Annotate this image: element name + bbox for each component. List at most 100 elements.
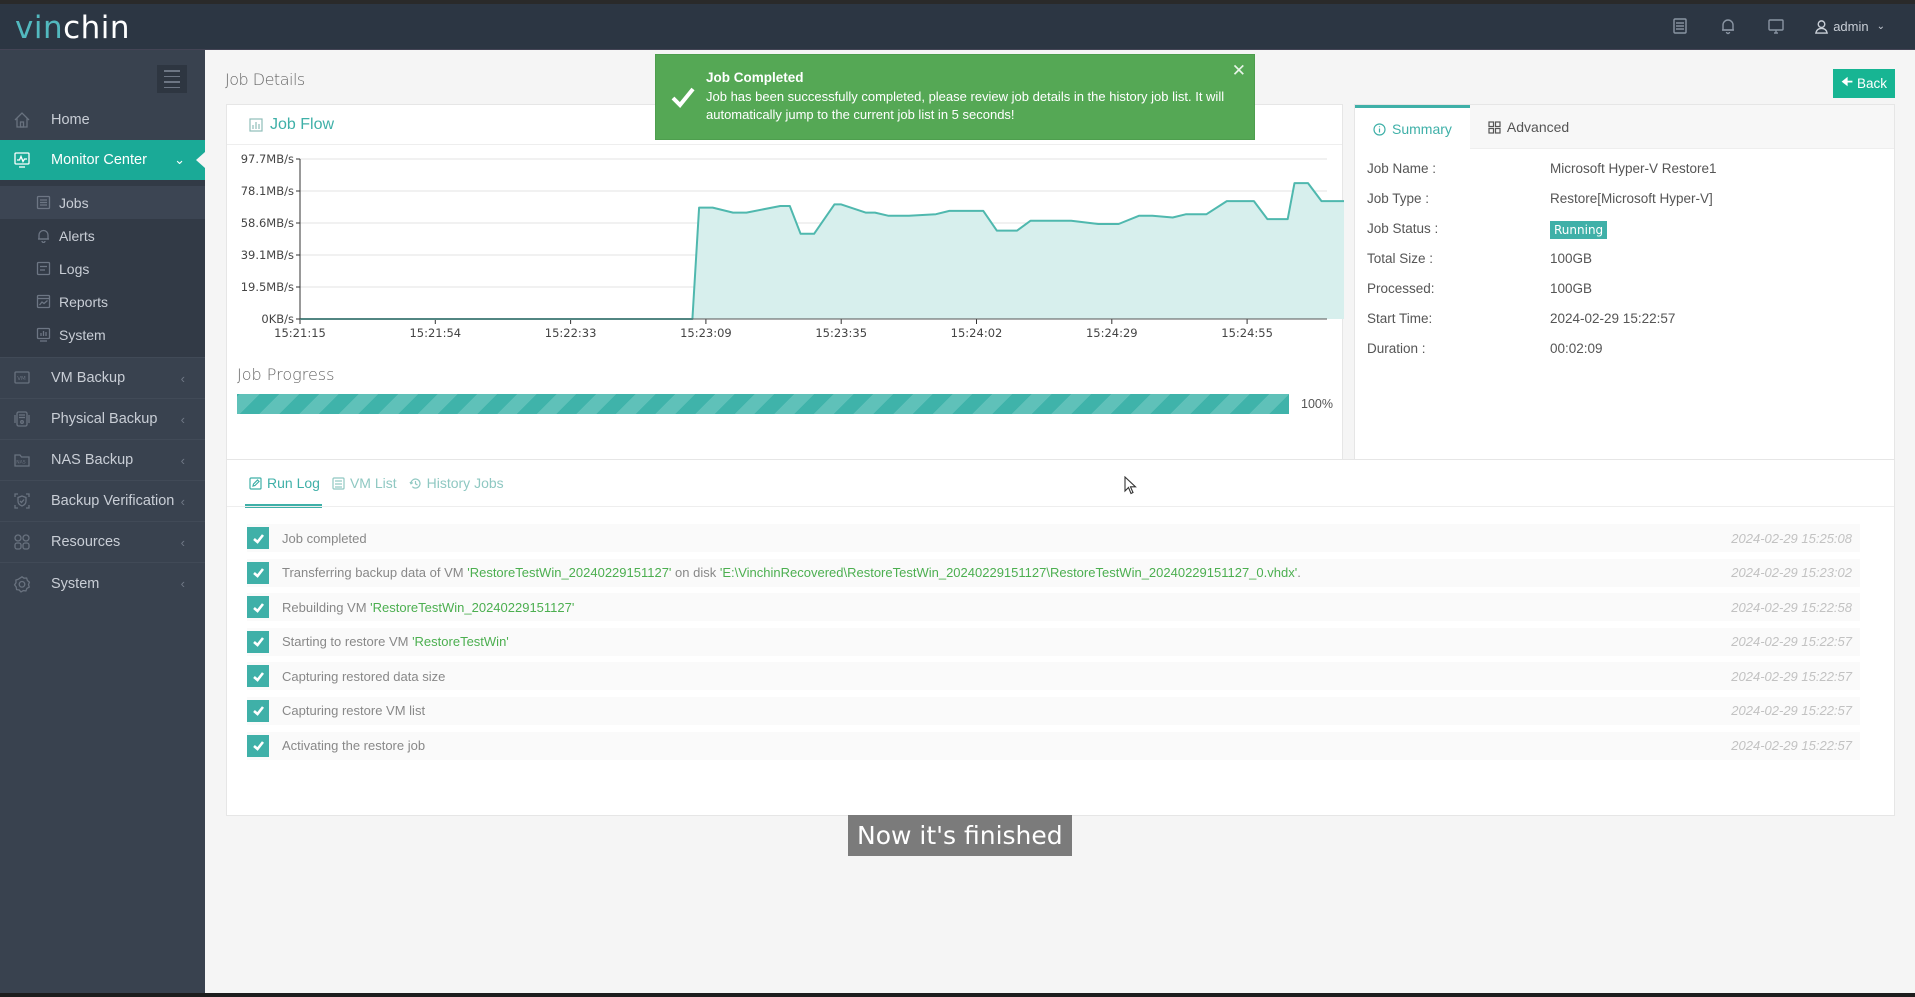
monitor-center-icon <box>12 150 32 170</box>
username: admin <box>1833 18 1869 34</box>
user-menu[interactable]: admin ⌄ <box>1814 19 1885 34</box>
checkbox-checked-icon <box>247 630 269 653</box>
log-timestamp: 2024-02-29 15:22:57 <box>1731 634 1852 650</box>
job-flow-panel: Job Flow 0KB/s 19.5MB/s 39.1MB/s 58.6MB/s 78… <box>226 104 1344 492</box>
log-highlight: 'RestoreTestWin' <box>412 634 509 650</box>
job-progress-fill <box>237 394 1289 414</box>
log-entry: Capturing restored data size 2024-02-29 1… <box>247 662 1860 691</box>
monitor-center-submenu: Jobs Alerts Logs Reports System <box>0 180 205 358</box>
arrow-left-icon: 🠈 <box>1840 73 1854 89</box>
x-tick-label: 15:24:29 <box>1086 326 1138 340</box>
checkbox-checked-icon <box>247 734 269 757</box>
summary-panel: Summary Advanced Job Name : Microsoft Hyp… <box>1354 104 1895 490</box>
field-processed: Processed: 100GB <box>1367 281 1593 296</box>
log-entry: Starting to restore VM 'RestoreTestWin' 2… <box>247 627 1860 656</box>
log-message: Activating the restore job <box>282 738 426 754</box>
sidebar-item-system-monitor[interactable]: System <box>0 318 205 351</box>
log-entry: Job completed 2024-02-29 15:25:08 <box>247 524 1860 552</box>
sidebar-item-backup-verification[interactable]: Backup Verification ‹ <box>0 481 205 522</box>
history-icon <box>409 477 421 489</box>
log-timestamp: 2024-02-29 15:23:02 <box>1731 565 1852 581</box>
x-tick-label: 15:24:02 <box>951 326 1003 340</box>
checkbox-checked-icon <box>247 561 269 584</box>
info-icon <box>1373 122 1386 136</box>
chevron-left-icon: ‹ <box>180 576 185 591</box>
status-badge: Running <box>1550 221 1608 239</box>
shield-check-icon <box>12 491 32 511</box>
sidebar-item-resources[interactable]: Resources ‹ <box>0 522 205 563</box>
user-icon <box>1815 19 1829 34</box>
svg-text:VM: VM <box>17 376 26 382</box>
nas-icon: NAS <box>12 450 32 470</box>
back-button[interactable]: 🠈 Back <box>1833 69 1895 98</box>
job-progress-bar <box>237 394 1289 414</box>
toast-title: Job Completed <box>706 70 804 85</box>
log-timestamp: 2024-02-29 15:25:08 <box>1731 530 1852 546</box>
checkbox-checked-icon <box>247 527 269 549</box>
log-entry: Capturing restore VM list 2024-02-29 15:2… <box>247 696 1860 725</box>
x-tick-label: 15:22:33 <box>545 326 597 340</box>
system-monitor-icon <box>36 326 53 343</box>
chevron-left-icon: ‹ <box>180 411 185 427</box>
x-tick-label: 15:24:55 <box>1221 326 1273 340</box>
chevron-left-icon: ‹ <box>180 452 185 468</box>
field-start-time: Start Time: 2024-02-29 15:22:57 <box>1367 311 1676 326</box>
job-flow-chart: 0KB/s 19.5MB/s 39.1MB/s 58.6MB/s 78.1MB/s 97.… <box>241 152 1344 340</box>
y-tick-label: 78.1MB/s <box>241 184 294 198</box>
sidebar-item-jobs[interactable]: Jobs <box>0 186 205 219</box>
log-timestamp: 2024-02-29 15:22:57 <box>1731 668 1852 684</box>
grid-icon <box>1488 120 1501 134</box>
vm-list-icon <box>332 476 345 490</box>
checkbox-checked-icon <box>247 699 269 722</box>
monitor-icon[interactable] <box>1766 16 1786 36</box>
sidebar-item-monitor-center[interactable]: Monitor Center ⌄ <box>0 140 205 180</box>
chevron-left-icon: ‹ <box>180 493 185 509</box>
bell-icon <box>36 227 53 244</box>
sidebar-toggle-button[interactable] <box>157 65 187 93</box>
chevron-down-icon: ⌄ <box>174 152 185 167</box>
close-icon[interactable]: ✕ <box>1232 61 1246 81</box>
log-timestamp: 2024-02-29 15:22:58 <box>1731 599 1852 615</box>
physical-server-icon <box>12 409 32 429</box>
window-bottom-strip <box>0 993 1915 997</box>
x-tick-label: 15:23:09 <box>680 326 732 340</box>
task-list-icon[interactable] <box>1670 16 1690 36</box>
sidebar-item-physical-backup[interactable]: Physical Backup ‹ <box>0 399 205 440</box>
tab-run-log[interactable]: Run Log <box>245 460 322 508</box>
checkbox-checked-icon <box>247 665 269 688</box>
sidebar-item-home[interactable]: Home <box>0 100 205 140</box>
tab-advanced[interactable]: Advanced <box>1470 105 1587 149</box>
home-icon <box>12 110 32 130</box>
sidebar-item-alerts[interactable]: Alerts <box>0 219 205 252</box>
sidebar-item-logs[interactable]: Logs <box>0 252 205 285</box>
sidebar-item-nas-backup[interactable]: NAS NAS Backup ‹ <box>0 440 205 481</box>
svg-text:NAS: NAS <box>16 460 25 466</box>
log-highlight: 'RestoreTestWin_20240229151127' <box>467 565 672 581</box>
sidebar: Home Monitor Center ⌄ Jobs Alerts Logs R… <box>0 50 205 993</box>
field-total-size: Total Size :100GB <box>1367 251 1593 266</box>
page-title: Job Details <box>225 70 305 89</box>
sidebar-item-vm-backup[interactable]: VM VM Backup ‹ <box>0 358 205 399</box>
y-tick-label: 58.6MB/s <box>241 216 294 230</box>
sidebar-item-reports[interactable]: Reports <box>0 285 205 318</box>
tab-vm-list[interactable]: VM List <box>332 460 397 506</box>
y-tick-label: 0KB/s <box>261 312 294 326</box>
tab-history-jobs[interactable]: History Jobs <box>409 460 504 506</box>
run-log-list: Job completed 2024-02-29 15:25:08 Transfer… <box>247 524 1860 766</box>
tab-summary[interactable]: Summary <box>1355 105 1470 150</box>
series-area <box>300 183 1344 319</box>
field-duration: Duration :00:02:09 <box>1367 341 1603 356</box>
top-header: vinchin admin ⌄ <box>0 4 1915 50</box>
vinchin-logo[interactable]: vinchin <box>15 10 130 46</box>
chevron-left-icon: ‹ <box>180 534 185 550</box>
checkbox-checked-icon <box>247 596 269 619</box>
log-message: Rebuilding VM 'RestoreTestWin_2024022915… <box>282 599 575 615</box>
sidebar-item-system[interactable]: System ‹ <box>0 563 205 604</box>
log-highlight: 'RestoreTestWin_20240229151127' <box>370 599 575 615</box>
tabs-divider <box>227 506 1894 507</box>
log-timestamp: 2024-02-29 15:22:57 <box>1731 703 1852 719</box>
vm-icon: VM <box>12 368 32 388</box>
bell-icon[interactable] <box>1718 16 1738 36</box>
logs-icon <box>36 260 53 277</box>
field-job-status: Job Status : Running <box>1367 221 1608 239</box>
